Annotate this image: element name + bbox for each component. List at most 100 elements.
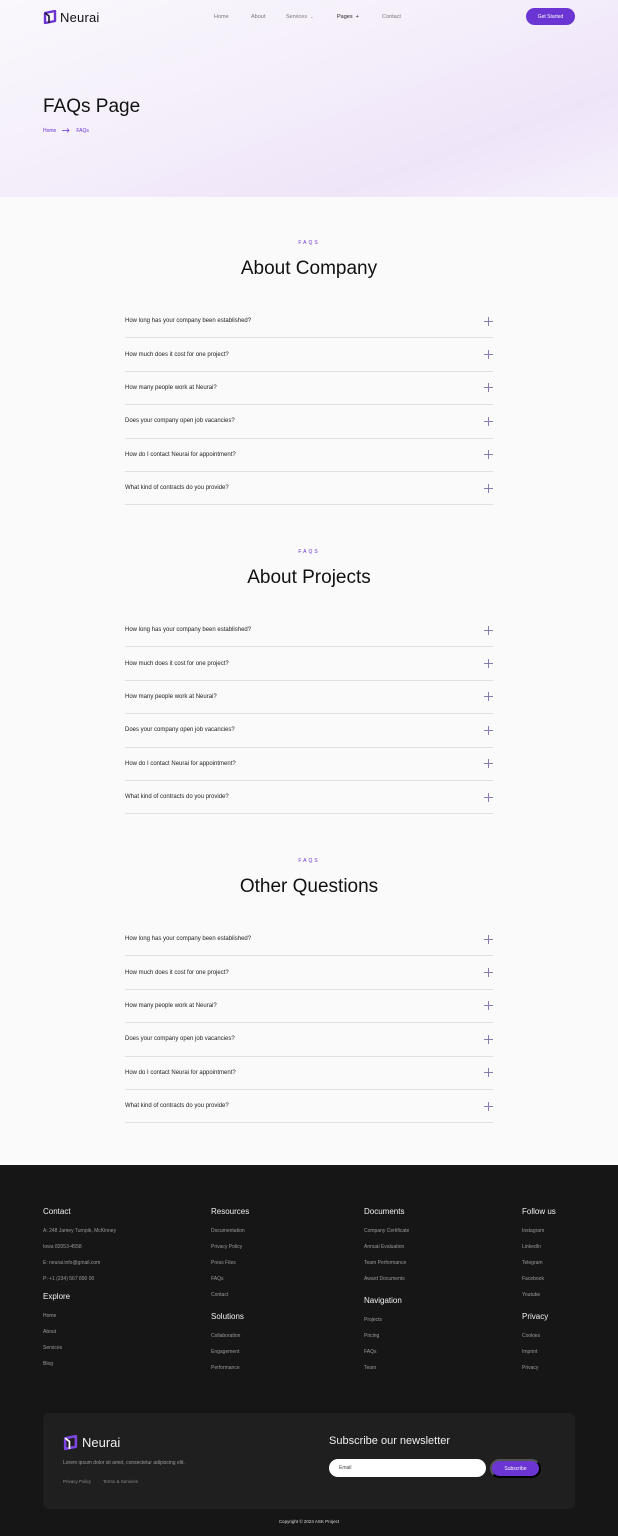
faq-item[interactable]: How much does it cost for one project?	[125, 338, 493, 372]
privacy-policy-link[interactable]: Privacy Policy	[63, 1479, 91, 1484]
email-input[interactable]: Email	[329, 1459, 486, 1477]
nav-pages-label: Pages	[337, 14, 353, 20]
plus-icon[interactable]	[484, 316, 493, 326]
footer-link[interactable]: FAQs	[211, 1272, 331, 1288]
nav-about[interactable]: About	[251, 12, 265, 22]
footer-heading: Contact	[43, 1207, 71, 1216]
plus-icon[interactable]	[484, 934, 493, 944]
plus-icon[interactable]	[484, 483, 493, 493]
faq-item[interactable]: What kind of contracts do you provide?	[125, 781, 493, 815]
footer-link[interactable]: Engagement	[211, 1345, 331, 1361]
nav-services[interactable]: Services ⌄	[286, 12, 313, 22]
faq-item[interactable]: How do I contact Neurai for appointment?	[125, 439, 493, 472]
footer-link[interactable]: Performance	[211, 1361, 331, 1377]
plus-icon[interactable]	[484, 625, 493, 635]
faq-item[interactable]: Does your company open job vacancies?	[125, 405, 493, 439]
faq-question: Does your company open job vacancies?	[125, 418, 235, 425]
faq-question: How long has your company been establish…	[125, 627, 252, 634]
footer-solutions: Solutions Collaboration Engagement Perfo…	[211, 1312, 331, 1377]
footer-documents: Documents Company Certificate Annual Eva…	[364, 1207, 484, 1288]
contact-phone[interactable]: P: +1 (234) 567 890 00	[43, 1272, 193, 1288]
nav-pages[interactable]: Pages +	[337, 12, 359, 22]
get-started-button[interactable]: Get Started	[526, 8, 575, 25]
plus-icon[interactable]	[484, 1001, 493, 1011]
faq-question: Does your company open job vacancies?	[125, 727, 235, 734]
faq-item[interactable]: How long has your company been establish…	[125, 305, 493, 339]
footer-link[interactable]: Team Performance	[364, 1256, 484, 1272]
footer-link[interactable]: Press Files	[211, 1256, 331, 1272]
footer-link[interactable]: Award Documents	[364, 1272, 484, 1288]
footer-link[interactable]: Services	[43, 1341, 163, 1357]
faq-item[interactable]: What kind of contracts do you provide?	[125, 1090, 493, 1124]
plus-icon[interactable]	[484, 692, 493, 702]
plus-icon[interactable]	[484, 383, 493, 393]
footer-link[interactable]: Telegram	[522, 1256, 582, 1272]
faq-item[interactable]: How do I contact Neurai for appointment?	[125, 1057, 493, 1090]
footer-link[interactable]: Contact	[211, 1288, 331, 1304]
section-title-projects: About Projects	[247, 567, 371, 588]
plus-icon[interactable]	[484, 416, 493, 426]
faq-item[interactable]: Does your company open job vacancies?	[125, 714, 493, 748]
footer-link[interactable]: Youtube	[522, 1288, 582, 1304]
faq-question: How do I contact Neurai for appointment?	[125, 760, 236, 767]
faq-item[interactable]: How many people work at Neurai?	[125, 681, 493, 715]
footer-logo[interactable]: Neurai	[63, 1434, 120, 1450]
plus-icon[interactable]	[484, 350, 493, 360]
plus-icon[interactable]	[484, 659, 493, 669]
plus-icon[interactable]	[484, 968, 493, 978]
plus-icon[interactable]	[484, 1101, 493, 1111]
faq-item[interactable]: How much does it cost for one project?	[125, 956, 493, 990]
footer-link[interactable]: Privacy Policy	[211, 1240, 331, 1256]
footer-link[interactable]: Facebook	[522, 1272, 582, 1288]
faq-item[interactable]: How many people work at Neurai?	[125, 372, 493, 406]
faq-question: How many people work at Neurai?	[125, 693, 217, 700]
footer-link[interactable]: Imprint	[522, 1345, 582, 1361]
footer-heading: Documents	[364, 1207, 405, 1216]
plus-icon[interactable]	[484, 759, 493, 769]
faq-question: How many people work at Neurai?	[125, 384, 217, 391]
faq-item[interactable]: How long has your company been establish…	[125, 614, 493, 648]
plus-icon: +	[355, 14, 359, 20]
footer-link[interactable]: Collaboration	[211, 1329, 331, 1345]
footer-link[interactable]: LinkedIn	[522, 1240, 582, 1256]
footer-link[interactable]: Home	[43, 1309, 163, 1325]
faq-item[interactable]: How many people work at Neurai?	[125, 990, 493, 1024]
footer-link[interactable]: Annual Evaluation	[364, 1240, 484, 1256]
faq-question: What kind of contracts do you provide?	[125, 485, 229, 492]
plus-icon[interactable]	[484, 1068, 493, 1078]
breadcrumb-home[interactable]: Home	[43, 128, 56, 134]
faq-item[interactable]: How long has your company been establish…	[125, 923, 493, 957]
footer-link[interactable]: Cookies	[522, 1329, 582, 1345]
footer-link[interactable]: Team	[364, 1361, 484, 1377]
footer-link[interactable]: FAQs	[364, 1345, 484, 1361]
plus-icon[interactable]	[484, 792, 493, 802]
footer-link[interactable]: Blog	[43, 1357, 163, 1373]
faq-list-projects: How long has your company been establish…	[125, 614, 493, 815]
plus-icon[interactable]	[484, 1034, 493, 1044]
plus-icon[interactable]	[484, 450, 493, 460]
subscribe-button[interactable]: Subscribe	[490, 1459, 541, 1478]
contact-address-1: A: 248 Jamey Turnpik, McKinney	[43, 1228, 117, 1234]
faq-item[interactable]: Does your company open job vacancies?	[125, 1023, 493, 1057]
nav-contact[interactable]: Contact	[382, 12, 401, 22]
logo-icon	[63, 1434, 78, 1450]
footer-explore: Explore Home About Services Blog	[43, 1292, 163, 1373]
breadcrumb: Home FAQs	[43, 127, 89, 134]
footer-link[interactable]: Instagram	[522, 1224, 582, 1240]
section-title-other: Other Questions	[239, 876, 379, 897]
faq-item[interactable]: What kind of contracts do you provide?	[125, 472, 493, 506]
section-eyebrow: FAQS	[298, 858, 320, 864]
faq-question: How much does it cost for one project?	[125, 660, 229, 667]
footer-link[interactable]: Privacy	[522, 1361, 582, 1377]
footer-link[interactable]: Projects	[364, 1313, 484, 1329]
footer-link[interactable]: About	[43, 1325, 163, 1341]
footer-link[interactable]: Pricing	[364, 1329, 484, 1345]
faq-item[interactable]: How do I contact Neurai for appointment?	[125, 748, 493, 781]
nav-home[interactable]: Home	[214, 12, 229, 22]
faq-item[interactable]: How much does it cost for one project?	[125, 647, 493, 681]
plus-icon[interactable]	[484, 725, 493, 735]
contact-email[interactable]: E: neurai.info@gmail.com	[43, 1256, 193, 1272]
footer-link[interactable]: Documentation	[211, 1224, 331, 1240]
footer-link[interactable]: Company Certificate	[364, 1224, 484, 1240]
terms-link[interactable]: Terms & Services	[103, 1479, 138, 1484]
